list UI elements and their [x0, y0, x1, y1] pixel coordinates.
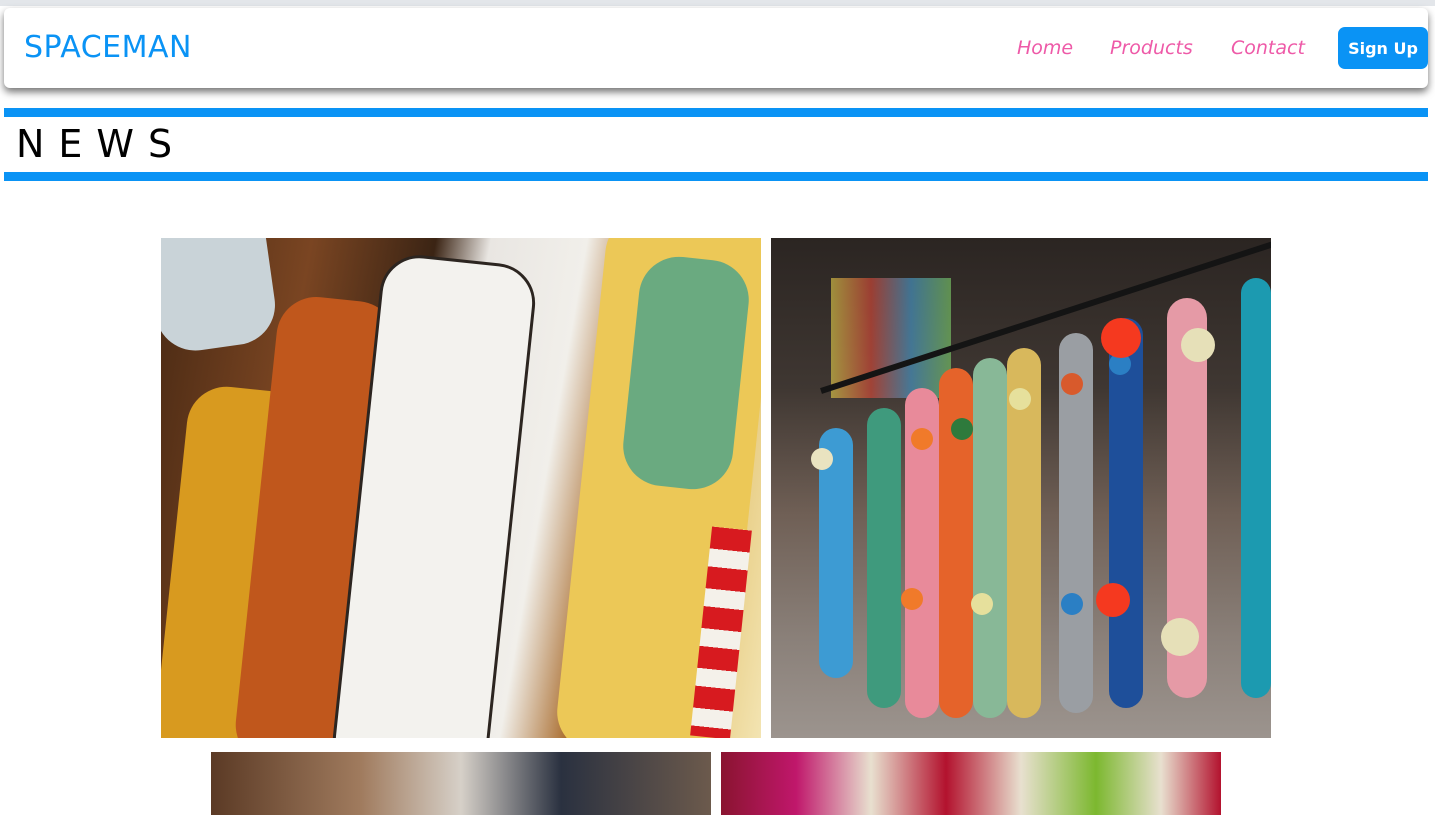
board-shape	[1241, 278, 1271, 698]
board-shape	[973, 358, 1007, 718]
wheel-shape	[1009, 388, 1031, 410]
photo-skateboard-decks	[161, 238, 761, 738]
nav-link-products[interactable]: Products	[1110, 8, 1193, 88]
wheel-shape	[971, 593, 993, 615]
board-shape	[1109, 318, 1143, 708]
brand-logo[interactable]: SPACEMAN	[24, 8, 192, 88]
wheel-shape	[1161, 618, 1199, 656]
wheel-shape	[811, 448, 833, 470]
board-shape	[867, 408, 901, 708]
wheel-shape	[1101, 318, 1141, 358]
photo-cruiser-boards	[771, 238, 1271, 738]
wheel-shape	[1061, 593, 1083, 615]
wheel-shape	[901, 588, 923, 610]
wheel-shape	[1061, 373, 1083, 395]
nav-link-contact[interactable]: Contact	[1231, 8, 1305, 88]
wheel-shape	[951, 418, 973, 440]
wheel-shape	[1096, 583, 1130, 617]
window-top-strip	[0, 0, 1435, 6]
deck-shape	[161, 238, 281, 356]
sign-up-button[interactable]: Sign Up	[1338, 27, 1428, 69]
nav-link-home[interactable]: Home	[1017, 8, 1073, 88]
section-rule-top	[4, 108, 1428, 117]
navbar: SPACEMAN Home Products Contact Sign Up	[4, 8, 1428, 88]
section-rule-bottom	[4, 172, 1428, 181]
photo-shoe	[211, 752, 711, 815]
wheel-shape	[1181, 328, 1215, 362]
photo-socks-display	[721, 752, 1221, 815]
page-title: NEWS	[16, 122, 187, 166]
wheel-shape	[911, 428, 933, 450]
